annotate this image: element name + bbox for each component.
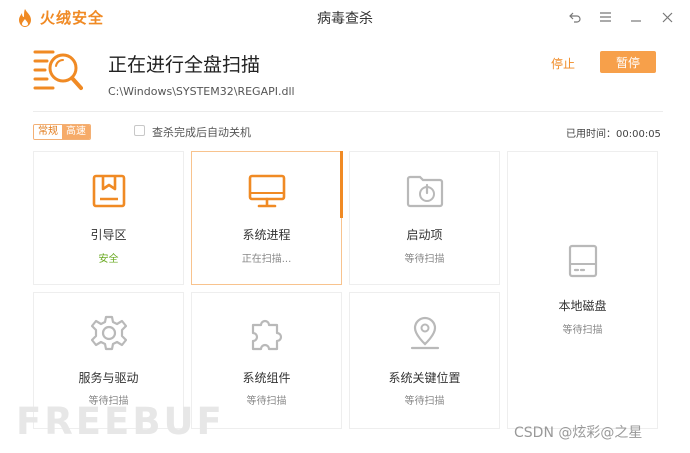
minimize-button[interactable] — [625, 6, 647, 28]
scan-card-startup-items[interactable]: 启动项 等待扫描 — [349, 151, 500, 285]
window-title: 病毒查杀 — [317, 11, 373, 27]
gear-icon — [90, 315, 127, 351]
scan-title: 正在进行全盘扫描 — [108, 54, 261, 76]
full-scan-icon — [33, 48, 83, 98]
scan-card-boot-sector[interactable]: 引导区 安全 — [33, 151, 184, 285]
auto-shutdown-label[interactable]: 查杀完成后自动关机 — [152, 124, 251, 140]
card-name: 系统关键位置 — [388, 371, 461, 385]
back-arrow-icon — [569, 12, 581, 23]
card-name: 服务与驱动 — [78, 371, 139, 385]
elapsed-time: 已用时间：00:00:05 — [566, 125, 661, 140]
elapsed-value: 00:00:05 — [616, 129, 661, 140]
card-name: 本地磁盘 — [558, 299, 607, 313]
menu-icon — [600, 12, 611, 22]
scan-card-key-locations[interactable]: 系统关键位置 等待扫描 — [349, 292, 500, 429]
minimize-icon — [631, 20, 641, 22]
puzzle-icon — [249, 315, 285, 351]
mode-fast-button[interactable]: 高速 — [62, 125, 90, 139]
location-pin-icon — [407, 315, 443, 351]
startup-folder-icon — [406, 174, 444, 208]
scan-card-system-process[interactable]: 系统进程 正在扫描... — [191, 151, 342, 285]
close-icon — [662, 12, 672, 22]
title-bar: 火绒安全 病毒查杀 — [0, 0, 690, 34]
card-name: 启动项 — [406, 228, 443, 242]
card-status: 等待扫描 — [404, 254, 445, 265]
auto-shutdown-checkbox[interactable] — [134, 125, 145, 136]
card-name: 引导区 — [90, 228, 127, 242]
back-button[interactable] — [564, 6, 586, 28]
close-button[interactable] — [656, 6, 678, 28]
pause-button[interactable]: 暂停 — [600, 51, 656, 73]
scan-card-local-disk[interactable]: 本地磁盘 等待扫描 — [507, 151, 658, 429]
card-name: 系统组件 — [242, 371, 291, 385]
card-name: 系统进程 — [242, 228, 291, 242]
csdn-watermark: CSDN @炫彩@之星 — [514, 425, 643, 441]
stop-button[interactable]: 停止 — [551, 55, 575, 72]
boot-icon — [91, 173, 127, 209]
card-status: 等待扫描 — [404, 396, 445, 407]
card-status: 等待扫描 — [562, 325, 603, 336]
scan-mode-toggle: 常规 高速 — [33, 124, 91, 140]
disk-icon — [566, 244, 600, 278]
menu-button[interactable] — [595, 6, 617, 28]
freebuf-watermark: FREEBUF — [16, 400, 225, 443]
card-status: 正在扫描... — [241, 254, 292, 265]
card-status: 安全 — [98, 254, 119, 265]
current-file-path: C:\Windows\SYSTEM32\REGAPI.dll — [108, 85, 295, 98]
header-divider — [33, 111, 663, 112]
scan-progress-indicator — [340, 151, 343, 218]
mode-normal-button[interactable]: 常规 — [34, 125, 62, 139]
monitor-icon — [248, 174, 286, 208]
elapsed-label: 已用时间： — [566, 129, 616, 140]
